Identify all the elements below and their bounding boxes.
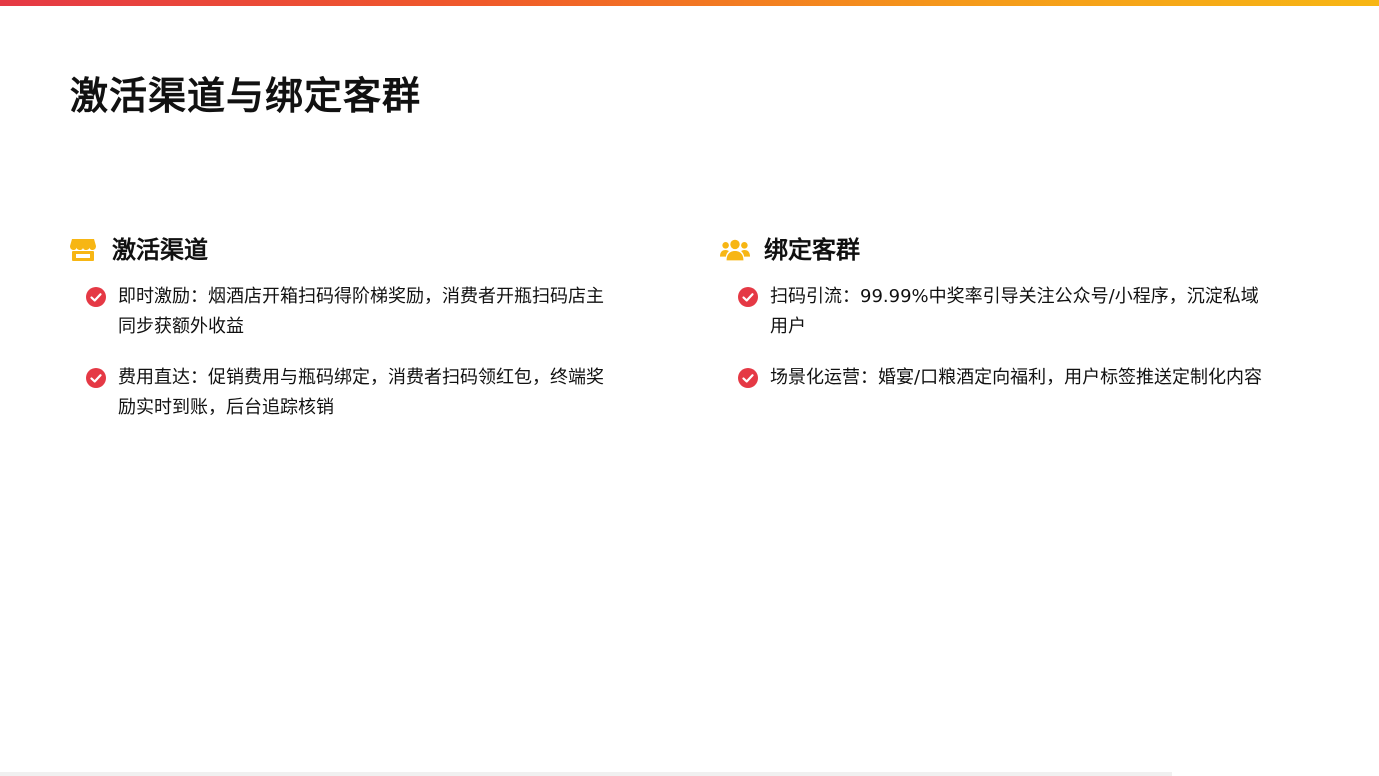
- item-text: 即时激励：烟酒店开箱扫码得阶梯奖励，消费者开瓶扫码店主同步获额外收益: [118, 286, 604, 337]
- list-item: 扫码引流：99.99%中奖率引导关注公众号/小程序，沉淀私域用户: [720, 282, 1280, 342]
- section-title: 绑定客群: [764, 236, 860, 264]
- bottom-divider: [0, 772, 1172, 776]
- section-bound-customers: 绑定客群 扫码引流：99.99%中奖率引导关注公众号/小程序，沉淀私域用户 场景…: [720, 230, 1280, 414]
- section-header: 激活渠道: [68, 230, 628, 270]
- store-icon: [68, 236, 98, 264]
- section-title: 激活渠道: [112, 236, 208, 264]
- check-circle-icon: [738, 287, 758, 307]
- item-text: 扫码引流：99.99%中奖率引导关注公众号/小程序，沉淀私域用户: [770, 286, 1259, 337]
- list-item: 即时激励：烟酒店开箱扫码得阶梯奖励，消费者开瓶扫码店主同步获额外收益: [68, 282, 628, 342]
- check-circle-icon: [86, 368, 106, 388]
- item-list: 即时激励：烟酒店开箱扫码得阶梯奖励，消费者开瓶扫码店主同步获额外收益 费用直达：…: [68, 282, 628, 423]
- top-accent-bar: [0, 0, 1379, 6]
- check-circle-icon: [738, 368, 758, 388]
- check-circle-icon: [86, 287, 106, 307]
- section-header: 绑定客群: [720, 230, 1280, 270]
- users-icon: [720, 236, 750, 264]
- item-text: 场景化运营：婚宴/口粮酒定向福利，用户标签推送定制化内容: [770, 367, 1263, 388]
- page-title: 激活渠道与绑定客群: [70, 74, 422, 118]
- item-text: 费用直达：促销费用与瓶码绑定，消费者扫码领红包，终端奖励实时到账，后台追踪核销: [118, 367, 604, 418]
- list-item: 费用直达：促销费用与瓶码绑定，消费者扫码领红包，终端奖励实时到账，后台追踪核销: [68, 363, 628, 423]
- list-item: 场景化运营：婚宴/口粮酒定向福利，用户标签推送定制化内容: [720, 363, 1280, 393]
- item-list: 扫码引流：99.99%中奖率引导关注公众号/小程序，沉淀私域用户 场景化运营：婚…: [720, 282, 1280, 393]
- section-activation-channels: 激活渠道 即时激励：烟酒店开箱扫码得阶梯奖励，消费者开瓶扫码店主同步获额外收益 …: [68, 230, 628, 444]
